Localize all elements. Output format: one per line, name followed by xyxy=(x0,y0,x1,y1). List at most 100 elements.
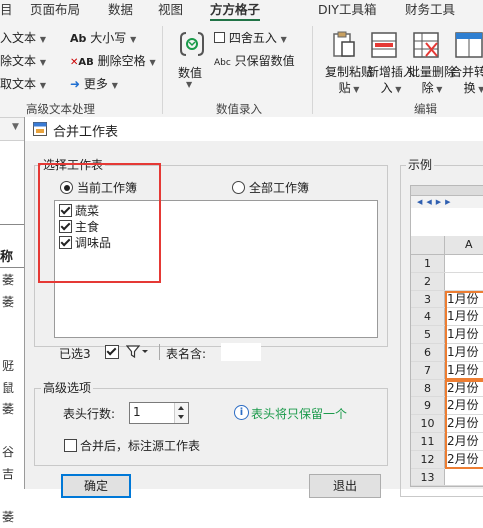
preview-row: 2 xyxy=(411,272,483,291)
tab-partial[interactable]: 目 xyxy=(0,0,13,22)
ok-button[interactable]: 确定 xyxy=(61,474,131,498)
copy-paste-label-2: 贴 ▼ xyxy=(338,81,360,95)
mark-source-label: 合并后，标注源工作表 xyxy=(80,439,201,453)
round-button[interactable]: 四舍五入 ▼ xyxy=(214,29,287,46)
keep-value-label: 只保留数值 xyxy=(234,54,295,68)
stepper-buttons[interactable] xyxy=(174,403,188,423)
round-icon xyxy=(214,32,225,43)
preview-row-number: 9 xyxy=(411,397,445,415)
column-header-cell: 称 xyxy=(0,250,14,265)
radio-all-workbooks[interactable] xyxy=(232,181,245,194)
insert-rows-icon xyxy=(370,30,398,63)
preview-row-number: 10 xyxy=(411,415,445,432)
chevron-down-icon: ▼ xyxy=(130,35,137,44)
stepper-up-icon[interactable] xyxy=(178,406,184,410)
chevron-down-icon: ▼ xyxy=(39,81,46,90)
dialog-title-bar: 合并工作表 xyxy=(25,117,483,141)
insert-text-button[interactable]: 入文本 ▼ xyxy=(0,29,46,46)
info-icon: i xyxy=(234,405,249,420)
keep-value-button[interactable]: Abc 只保留数值 xyxy=(214,52,295,69)
delete-space-button[interactable]: ✕AB 删除空格 ▼ xyxy=(70,52,156,69)
header-rows-stepper[interactable]: 1 xyxy=(129,402,189,424)
chevron-down-icon: ▼ xyxy=(12,122,19,132)
delete-space-label: 删除空格 xyxy=(97,54,146,68)
delete-space-icon: ✕AB xyxy=(70,57,94,68)
selected-count: 已选3 xyxy=(59,347,91,361)
dialog-title: 合并工作表 xyxy=(53,125,119,140)
ribbon-tab-bar: 目 页面布局 数据 视图 方方格子 DIY工具箱 财务工具 xyxy=(0,0,483,22)
preview-spacer xyxy=(411,208,483,236)
copy-paste-button[interactable]: 复制粘贴 贴 ▼ xyxy=(325,64,373,98)
delete-text-label: 除文本 xyxy=(0,54,37,68)
sheet-tab-nav: ◀◀▶▶ xyxy=(411,195,483,209)
stepper-down-icon[interactable] xyxy=(178,415,184,419)
case-button[interactable]: Ab 大小写 ▼ xyxy=(70,29,136,46)
highlight-box xyxy=(38,163,161,283)
group-divider xyxy=(312,26,313,114)
extract-text-button[interactable]: 取文本 ▼ xyxy=(0,75,46,92)
sheet-cells: 萎 萎 觃 鼠 萎 谷 吉 萎 xyxy=(2,273,15,524)
group-divider xyxy=(162,26,163,114)
edit-group-label: 编辑 xyxy=(414,102,437,116)
filter-icon[interactable] xyxy=(125,344,148,362)
case-label: 大小写 xyxy=(90,31,127,45)
app-icon xyxy=(33,122,47,139)
merge-convert-button[interactable]: 合并转换 换 ▼ xyxy=(450,64,483,98)
preview-row-number: 6 xyxy=(411,344,445,361)
more-label: 更多 xyxy=(83,77,108,91)
tab-page-layout[interactable]: 页面布局 xyxy=(30,0,80,22)
chevron-down-icon: ▼ xyxy=(280,35,287,44)
tab-diy-toolbox[interactable]: DIY工具箱 xyxy=(318,0,376,22)
preview-row-number: 12 xyxy=(411,450,445,468)
advanced-options-group xyxy=(34,388,388,466)
nav-arrows-icon: ◀◀▶▶ xyxy=(417,198,455,206)
batch-delete-icon xyxy=(412,30,440,63)
preview-group-highlight xyxy=(445,379,483,469)
tab-fangfangezi[interactable]: 方方格子 xyxy=(210,0,261,22)
chevron-down-icon: ▼ xyxy=(186,80,193,89)
preview-col-header-row: A xyxy=(411,236,483,255)
extract-text-label: 取文本 xyxy=(0,77,37,91)
case-icon: Ab xyxy=(70,32,87,45)
divider xyxy=(159,344,160,360)
value-icon xyxy=(178,30,206,61)
value-button[interactable]: 数值 xyxy=(178,64,202,81)
exit-button[interactable]: 退出 xyxy=(309,474,381,498)
select-all-checkbox[interactable] xyxy=(105,345,119,359)
batch-delete-button[interactable]: 批量删除 除 ▼ xyxy=(408,64,456,98)
preview-row-number: 8 xyxy=(411,379,445,397)
insert-text-label: 入文本 xyxy=(0,31,37,45)
number-group-label: 数值录入 xyxy=(216,102,262,116)
sheet-name-filter-label: 表名含: xyxy=(166,347,207,361)
preview-group-highlight xyxy=(445,290,483,380)
tab-data[interactable]: 数据 xyxy=(108,0,133,22)
merge-label-2: 换 ▼ xyxy=(463,81,483,95)
preview-row-number: 7 xyxy=(411,361,445,379)
header-rows-value: 1 xyxy=(133,405,141,419)
merge-sheets-dialog: 合并工作表 选择工作表 当前工作簿 全部工作簿 蔬菜 主食 调味品 已选3 表名… xyxy=(24,117,483,498)
more-button[interactable]: ➜ 更多 ▼ xyxy=(70,75,118,92)
example-preview: ◀◀▶▶ A 1 2 3 1月份 4 1月份 5 1月份 6 1月份 7 1月份 8 2月份 9 2月份 10 2… xyxy=(410,185,483,487)
preview-row-number: 1 xyxy=(411,255,445,272)
sheet-column: 称 萎 萎 觃 鼠 萎 谷 吉 萎 xyxy=(0,140,24,524)
radio-all-label: 全部工作簿 xyxy=(249,181,310,195)
delete-text-button[interactable]: 除文本 ▼ xyxy=(0,52,46,69)
preview-row-number: 2 xyxy=(411,272,445,290)
advanced-options-legend: 高级选项 xyxy=(41,379,94,396)
mark-source-checkbox[interactable] xyxy=(64,439,77,452)
chevron-down-icon: ▼ xyxy=(39,35,46,44)
chevron-down-icon: ▼ xyxy=(39,58,46,67)
tab-view[interactable]: 视图 xyxy=(158,0,183,22)
ribbon-body: 入文本 ▼ 除文本 ▼ 取文本 ▼ Ab 大小写 ▼ ✕AB 删除空格 ▼ ➜ … xyxy=(0,22,483,118)
round-label: 四舍五入 xyxy=(228,31,277,45)
formula-bar-fragment: ▼ xyxy=(0,118,24,141)
sheet-name-filter-input[interactable] xyxy=(221,343,261,361)
preview-row-number: 4 xyxy=(411,308,445,326)
copy-paste-label: 复制粘贴 xyxy=(325,65,374,79)
preview-row-number: 3 xyxy=(411,290,445,308)
sheet-fragment: ▼ 称 萎 萎 觃 鼠 萎 谷 吉 萎 xyxy=(0,118,24,524)
batch-delete-label: 批量删除 xyxy=(408,65,457,79)
header-hint: 表头将只保留一个 xyxy=(251,407,348,421)
clipboard-icon xyxy=(330,30,356,63)
tab-finance-tools[interactable]: 财务工具 xyxy=(405,0,455,22)
